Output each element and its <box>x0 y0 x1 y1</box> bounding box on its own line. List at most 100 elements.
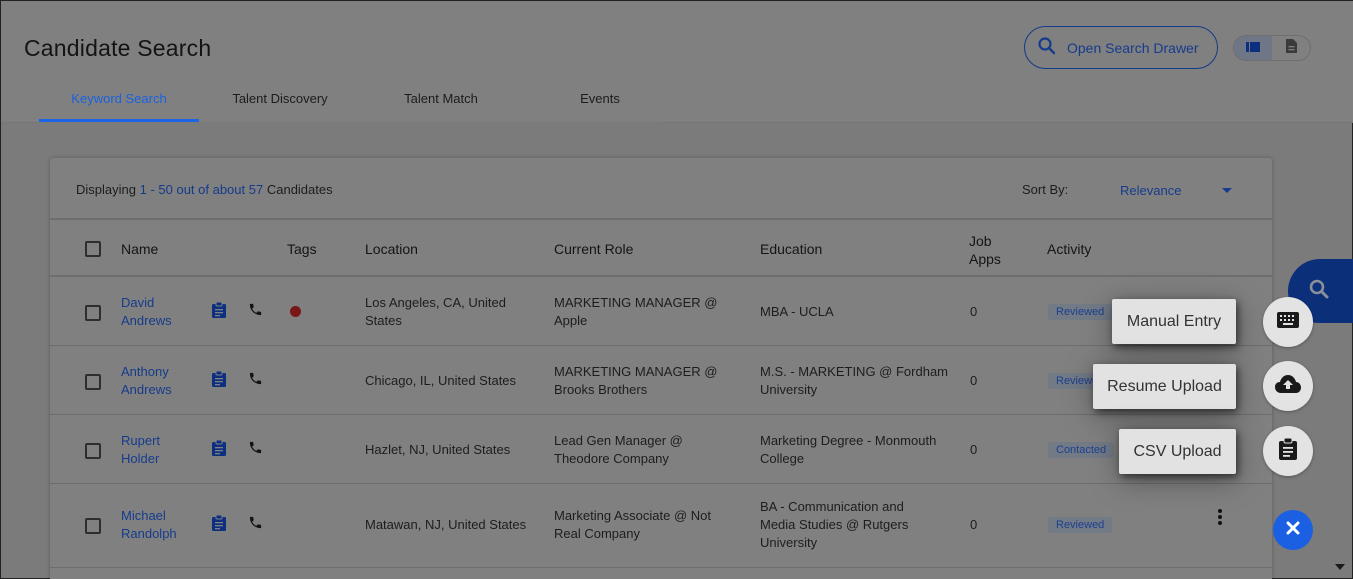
phone-icon[interactable] <box>248 515 263 535</box>
activity-badge: Contacted <box>1048 442 1114 458</box>
column-header-education[interactable]: Education <box>760 241 822 257</box>
tab-talent-match[interactable]: Talent Match <box>361 81 521 122</box>
open-search-drawer-label: Open Search Drawer <box>1067 40 1199 56</box>
search-icon <box>1037 36 1057 59</box>
phone-icon[interactable] <box>248 440 263 460</box>
list-view-toggle[interactable] <box>1234 36 1272 60</box>
candidate-name-link[interactable]: Michael Randolph <box>121 507 177 543</box>
table-row: Anthony Andrews Chicago, IL, United Stat… <box>50 346 1272 415</box>
candidate-job-apps: 0 <box>970 303 977 321</box>
candidate-education: MBA - UCLA <box>760 303 834 321</box>
list-view-icon <box>1246 39 1260 57</box>
candidate-role: MARKETING MANAGER @ Brooks Brothers <box>554 363 717 399</box>
document-view-icon <box>1286 39 1297 58</box>
column-header-name[interactable]: Name <box>121 241 158 257</box>
results-count-suffix: Candidates <box>267 182 333 197</box>
tab-events[interactable]: Events <box>521 81 679 122</box>
scroll-down-arrow[interactable] <box>1335 564 1345 570</box>
table-row: Rupert Holder Hazlet, NJ, United States … <box>50 415 1272 484</box>
role-line1: MARKETING MANAGER @ <box>554 294 717 312</box>
page-header: Candidate Search Keyword Search Talent D… <box>1 1 1353 123</box>
candidate-job-apps: 0 <box>970 516 977 534</box>
column-header-job-apps[interactable]: Job Apps <box>969 232 1001 268</box>
location-line1: Matawan, NJ, United States <box>365 516 526 534</box>
job-apps-line2: Apps <box>969 250 1001 268</box>
table-row: David Andrews Los Angeles, CA, United St… <box>50 277 1272 346</box>
manual-entry-button[interactable]: Manual Entry <box>1112 299 1236 344</box>
csv-upload-fab[interactable] <box>1263 426 1313 476</box>
education-line2: University <box>760 381 948 399</box>
tag-indicator-dot[interactable] <box>290 306 301 317</box>
activity-badge: Reviewed <box>1048 517 1112 533</box>
document-view-toggle[interactable] <box>1272 36 1310 60</box>
column-header-tags[interactable]: Tags <box>287 241 317 257</box>
sort-by-select[interactable]: Relevance <box>1120 178 1232 202</box>
candidate-role: MARKETING MANAGER @ Apple <box>554 294 717 330</box>
row-checkbox[interactable] <box>85 443 101 459</box>
candidate-first-name: Anthony <box>121 363 172 381</box>
candidate-name-link[interactable]: Rupert Holder <box>121 432 160 468</box>
chevron-down-icon <box>1222 188 1232 193</box>
row-checkbox[interactable] <box>85 518 101 534</box>
resume-upload-button[interactable]: Resume Upload <box>1093 364 1236 409</box>
tab-bar: Keyword Search Talent Discovery Talent M… <box>39 81 661 123</box>
clipboard-icon[interactable] <box>212 302 226 323</box>
phone-icon[interactable] <box>248 371 263 391</box>
clipboard-icon[interactable] <box>212 515 226 536</box>
results-card: Displaying 1 - 50 out of about 57 Candid… <box>50 158 1272 579</box>
role-line1: MARKETING MANAGER @ <box>554 363 717 381</box>
candidate-education: Marketing Degree - Monmouth College <box>760 432 936 468</box>
role-line2: Real Company <box>554 525 711 543</box>
search-icon <box>1308 278 1330 305</box>
keyboard-icon <box>1277 312 1299 333</box>
row-checkbox[interactable] <box>85 305 101 321</box>
column-header-activity[interactable]: Activity <box>1047 241 1091 257</box>
candidate-name-link[interactable]: David Andrews <box>121 294 172 330</box>
manual-entry-fab[interactable] <box>1263 297 1313 347</box>
candidate-first-name: Rupert <box>121 432 160 450</box>
candidate-education: M.S. - MARKETING @ Fordham University <box>760 363 948 399</box>
page-title: Candidate Search <box>24 35 211 62</box>
select-all-checkbox[interactable] <box>85 241 101 257</box>
close-fab-button[interactable] <box>1273 510 1313 550</box>
candidate-last-name: Holder <box>121 450 160 468</box>
phone-icon[interactable] <box>248 302 263 322</box>
candidate-last-name: Andrews <box>121 381 172 399</box>
role-line2: Brooks Brothers <box>554 381 717 399</box>
results-count: Displaying 1 - 50 out of about 57 Candid… <box>76 182 333 197</box>
role-line2: Apple <box>554 312 717 330</box>
education-line1: MBA - UCLA <box>760 303 834 321</box>
education-line1: Marketing Degree - Monmouth <box>760 432 936 450</box>
candidate-role: Marketing Associate @ Not Real Company <box>554 507 711 543</box>
clipboard-icon[interactable] <box>212 440 226 461</box>
candidate-last-name: Andrews <box>121 312 172 330</box>
sort-by-label: Sort By: <box>1022 182 1068 197</box>
cloud-upload-icon <box>1275 375 1301 398</box>
candidate-role: Lead Gen Manager @ Theodore Company <box>554 432 683 468</box>
csv-upload-button[interactable]: CSV Upload <box>1119 429 1236 474</box>
view-toggle <box>1233 35 1311 61</box>
results-count-prefix: Displaying <box>76 182 136 197</box>
job-apps-line1: Job <box>969 232 1001 250</box>
more-options-icon[interactable] <box>1217 508 1223 531</box>
location-line2: States <box>365 312 506 330</box>
activity-badge: Reviewed <box>1048 304 1112 320</box>
tab-keyword-search[interactable]: Keyword Search <box>39 81 199 122</box>
results-toolbar: Displaying 1 - 50 out of about 57 Candid… <box>50 158 1272 220</box>
role-line2: Theodore Company <box>554 450 683 468</box>
candidate-location: Los Angeles, CA, United States <box>365 294 506 330</box>
candidate-location: Matawan, NJ, United States <box>365 516 526 534</box>
candidate-job-apps: 0 <box>970 441 977 459</box>
candidate-first-name: Michael <box>121 507 177 525</box>
column-header-current-role[interactable]: Current Role <box>554 241 633 257</box>
row-checkbox[interactable] <box>85 374 101 390</box>
column-header-location[interactable]: Location <box>365 241 418 257</box>
clipboard-icon[interactable] <box>212 371 226 392</box>
candidate-location: Hazlet, NJ, United States <box>365 441 510 459</box>
open-search-drawer-button[interactable]: Open Search Drawer <box>1024 26 1218 69</box>
resume-upload-fab[interactable] <box>1263 361 1313 411</box>
candidate-first-name: David <box>121 294 172 312</box>
tab-talent-discovery[interactable]: Talent Discovery <box>199 81 361 122</box>
sort-by-value: Relevance <box>1120 183 1181 198</box>
candidate-name-link[interactable]: Anthony Andrews <box>121 363 172 399</box>
